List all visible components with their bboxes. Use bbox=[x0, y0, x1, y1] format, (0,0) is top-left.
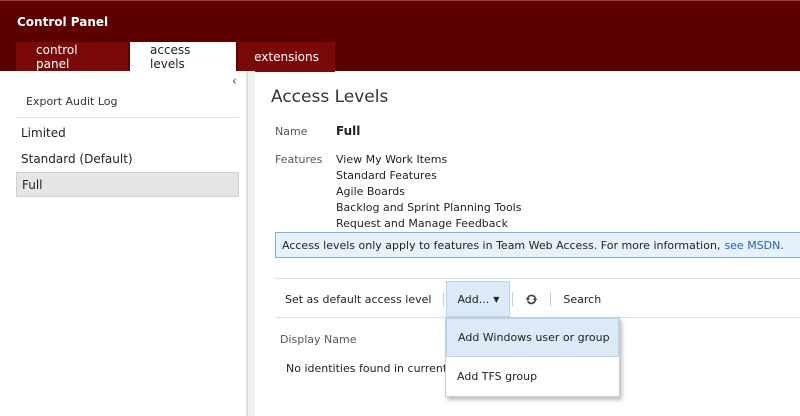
refresh-icon bbox=[525, 294, 538, 304]
tab-access-levels[interactable]: access levels bbox=[130, 42, 236, 72]
sidebar-item-full[interactable]: Full bbox=[16, 172, 239, 197]
features-label: Features bbox=[275, 153, 323, 166]
feature-item: Request and Manage Feedback bbox=[336, 217, 508, 230]
feature-item: View My Work Items bbox=[336, 153, 448, 166]
info-banner: Access levels only apply to features in … bbox=[275, 232, 800, 258]
toolbar-separator bbox=[512, 292, 514, 306]
feature-item: Standard Features bbox=[336, 169, 437, 182]
tab-control-panel[interactable]: control panel bbox=[16, 42, 128, 72]
add-menu: Add Windows user or group Add TFS group bbox=[445, 317, 620, 397]
toolbar-separator bbox=[550, 292, 552, 306]
feature-item: Agile Boards bbox=[336, 185, 405, 198]
column-header-display-name[interactable]: Display Name bbox=[280, 333, 357, 346]
empty-message: No identities found in current bbox=[286, 362, 448, 375]
name-label: Name bbox=[275, 125, 308, 138]
feature-item: Backlog and Sprint Planning Tools bbox=[336, 201, 522, 214]
set-default-button[interactable]: Set as default access level bbox=[275, 281, 441, 317]
collapse-sidebar-icon[interactable]: ‹ bbox=[232, 74, 237, 88]
page-title: Access Levels bbox=[271, 87, 389, 107]
export-audit-log-link[interactable]: Export Audit Log bbox=[26, 95, 118, 108]
sidebar-item-limited[interactable]: Limited bbox=[16, 121, 239, 145]
features-list: View My Work Items Standard Features Agi… bbox=[336, 152, 521, 232]
app-title: Control Panel bbox=[17, 15, 109, 29]
sidebar-divider bbox=[16, 117, 239, 118]
toolbar-divider bbox=[275, 278, 800, 279]
toolbar: Set as default access level Add... ▼ Sea… bbox=[275, 280, 800, 318]
tab-bar: control panel access levels extensions bbox=[16, 42, 337, 72]
menu-item-add-tfs-group[interactable]: Add TFS group bbox=[446, 357, 619, 396]
toolbar-separator bbox=[443, 292, 445, 306]
tab-extensions[interactable]: extensions bbox=[238, 42, 335, 72]
add-button[interactable]: Add... ▼ bbox=[446, 281, 511, 317]
info-period: . bbox=[780, 238, 784, 252]
app-header: Control Panel control panel access level… bbox=[0, 0, 800, 72]
sidebar-item-standard[interactable]: Standard (Default) bbox=[16, 147, 239, 171]
refresh-button[interactable] bbox=[515, 281, 548, 317]
menu-item-add-windows-user[interactable]: Add Windows user or group bbox=[446, 318, 619, 357]
splitter-handle[interactable] bbox=[247, 71, 255, 416]
info-text: Access levels only apply to features in … bbox=[282, 238, 721, 252]
name-value: Full bbox=[336, 124, 361, 138]
search-button[interactable]: Search bbox=[553, 281, 611, 317]
chevron-down-icon: ▼ bbox=[493, 294, 500, 304]
add-button-label: Add... bbox=[457, 292, 490, 306]
msdn-link[interactable]: see MSDN bbox=[724, 239, 780, 252]
